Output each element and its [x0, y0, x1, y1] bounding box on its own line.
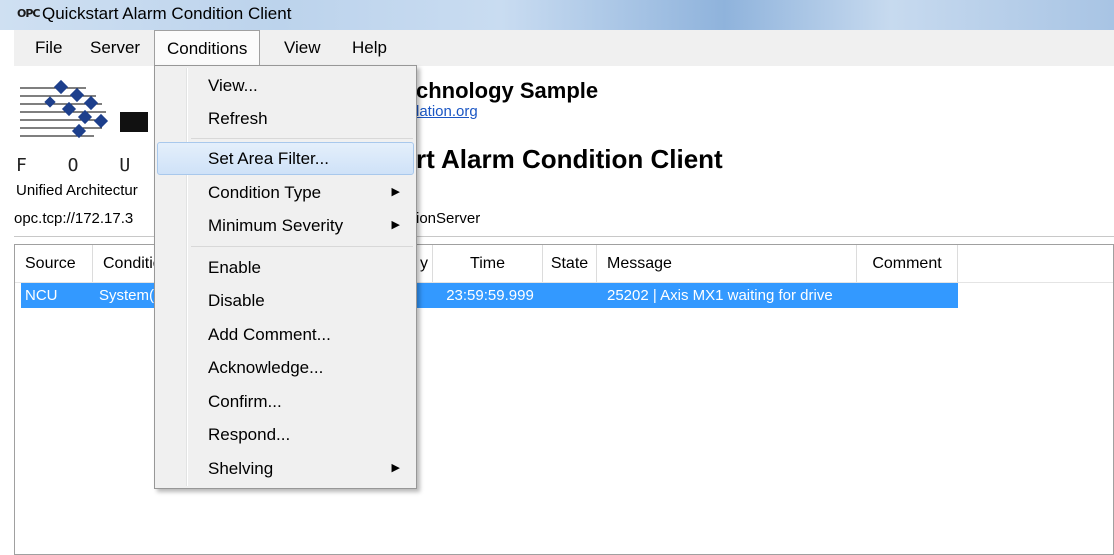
menu-item-condition-type[interactable]: Condition Type ▶	[157, 176, 414, 209]
menu-item-minimum-severity[interactable]: Minimum Severity ▶	[157, 209, 414, 242]
chevron-right-icon: ▶	[391, 219, 400, 231]
menu-item-enable[interactable]: Enable	[157, 251, 414, 284]
sample-title: chnology Sample	[416, 78, 599, 103]
menu-separator	[191, 246, 413, 247]
cell-time: 23:59:59.999	[446, 287, 534, 304]
endpoint-url: opc.tcp://172.17.3	[14, 210, 134, 227]
menu-view[interactable]: View	[272, 30, 333, 66]
menu-conditions[interactable]: Conditions	[154, 30, 261, 67]
endpoint-url-tail: ionServer	[416, 210, 481, 227]
menu-item-disable[interactable]: Disable	[157, 284, 414, 317]
menu-item-refresh[interactable]: Refresh	[157, 102, 414, 135]
menu-item-label: Shelving	[208, 459, 274, 478]
menu-item-label: View...	[208, 76, 258, 95]
menu-item-respond[interactable]: Respond...	[157, 418, 414, 451]
menu-file[interactable]: File	[23, 30, 74, 66]
main-title: rt Alarm Condition Client	[416, 144, 723, 174]
column-header-time[interactable]: Time	[433, 245, 543, 282]
column-header-state[interactable]: State	[543, 245, 597, 282]
column-header-message[interactable]: Message	[597, 245, 857, 282]
menu-item-set-area-filter[interactable]: Set Area Filter...	[157, 142, 414, 175]
menu-item-acknowledge[interactable]: Acknowledge...	[157, 351, 414, 384]
chevron-right-icon: ▶	[391, 462, 400, 474]
menu-item-label: Respond...	[208, 425, 291, 444]
opc-app-icon: OPC	[17, 7, 41, 20]
menu-item-label: Add Comment...	[208, 325, 331, 344]
menu-item-add-comment[interactable]: Add Comment...	[157, 318, 414, 351]
menu-item-label: Set Area Filter...	[208, 149, 329, 168]
cell-condition: System(	[99, 287, 155, 304]
menu-item-label: Acknowledge...	[208, 358, 324, 377]
cell-source: NCU	[25, 287, 58, 304]
menu-item-label: Condition Type	[208, 183, 322, 202]
title-bar: OPC Quickstart Alarm Condition Client	[0, 0, 1114, 30]
menu-help[interactable]: Help	[340, 30, 399, 66]
column-header-comment[interactable]: Comment	[857, 245, 958, 282]
opc-foundation-logo	[20, 79, 148, 154]
chevron-right-icon: ▶	[391, 186, 400, 198]
cell-message: 25202 | Axis MX1 waiting for drive	[607, 287, 833, 304]
menu-item-label: Minimum Severity	[208, 216, 344, 235]
menu-server[interactable]: Server	[78, 30, 152, 66]
menu-item-label: Refresh	[208, 109, 268, 128]
foundation-link[interactable]: lation.org	[416, 103, 478, 120]
menu-item-label: Disable	[208, 291, 265, 310]
menu-item-shelving[interactable]: Shelving ▶	[157, 452, 414, 485]
column-header-source[interactable]: Source	[15, 245, 93, 282]
window-title: Quickstart Alarm Condition Client	[42, 4, 292, 23]
menu-item-view[interactable]: View...	[157, 69, 414, 102]
conditions-menu: View... Refresh Set Area Filter... Condi…	[154, 65, 417, 489]
menu-separator	[191, 138, 413, 139]
menu-bar: File Server Conditions View Help	[14, 30, 1114, 67]
menu-item-confirm[interactable]: Confirm...	[157, 385, 414, 418]
unified-architecture-text: Unified Architectur	[16, 182, 138, 199]
menu-item-label: Confirm...	[208, 392, 282, 411]
menu-item-label: Enable	[208, 258, 261, 277]
